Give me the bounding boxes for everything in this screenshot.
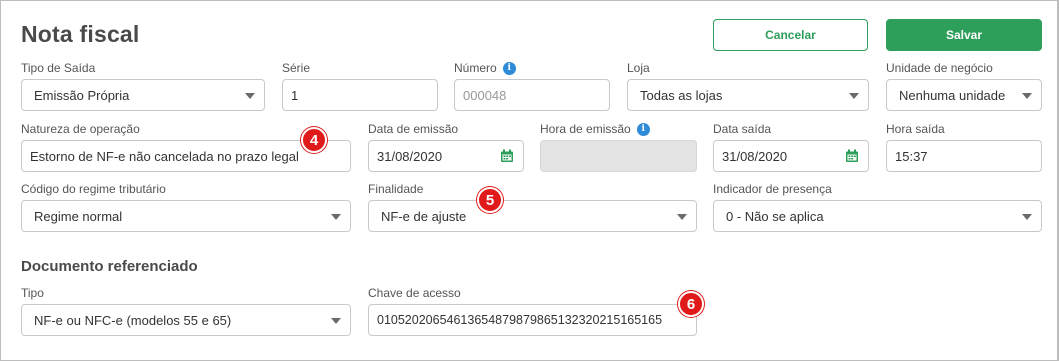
info-icon[interactable]: i: [502, 61, 516, 75]
finalidade-label: Finalidade: [368, 182, 424, 196]
annotation-badge-4: 4: [301, 127, 327, 153]
unidade-select[interactable]: Nenhuma unidade: [886, 79, 1042, 111]
calendar-icon[interactable]: [845, 149, 859, 163]
annotation-badge-6: 6: [678, 291, 704, 317]
numero-input[interactable]: 000048: [454, 79, 610, 111]
chevron-down-icon: [331, 214, 341, 220]
regime-label: Código do regime tributário: [21, 182, 166, 196]
presenca-label: Indicador de presença: [713, 182, 832, 196]
hora-saida-label: Hora saída: [886, 122, 945, 136]
chevron-down-icon: [1022, 214, 1032, 220]
loja-value: Todas as lojas: [640, 87, 723, 103]
chevron-down-icon: [849, 93, 859, 99]
tipo-value: NF-e ou NFC-e (modelos 55 e 65): [34, 312, 232, 328]
data-saida-value: 31/08/2020: [722, 148, 788, 164]
loja-select[interactable]: Todas as lojas: [627, 79, 869, 111]
chave-value: 0105202065461365487987986513232021516516…: [377, 313, 663, 327]
hora-emissao-input: [540, 140, 697, 172]
data-saida-label: Data saída: [713, 122, 772, 136]
presenca-value: 0 - Não se aplica: [726, 208, 824, 224]
natureza-label: Natureza de operação: [21, 122, 140, 136]
tipo-select[interactable]: NF-e ou NFC-e (modelos 55 e 65): [21, 304, 351, 336]
finalidade-select[interactable]: NF-e de ajuste: [368, 200, 697, 232]
finalidade-value: NF-e de ajuste: [381, 208, 467, 224]
serie-input[interactable]: 1: [282, 79, 438, 111]
regime-value: Regime normal: [34, 208, 123, 224]
chevron-down-icon: [245, 93, 255, 99]
natureza-value: Estorno de NF-e não cancelada no prazo l…: [30, 148, 299, 164]
annotation-badge-5: 5: [477, 187, 503, 213]
data-emissao-label: Data de emissão: [368, 122, 459, 136]
nota-fiscal-panel: Nota fiscal Cancelar Salvar Tipo de Saíd…: [0, 0, 1059, 361]
chevron-down-icon: [1022, 93, 1032, 99]
chevron-down-icon: [331, 318, 341, 324]
serie-value: 1: [291, 87, 299, 103]
hora-emissao-label: Hora de emissão i: [540, 122, 650, 136]
data-saida-input[interactable]: 31/08/2020: [713, 140, 869, 172]
serie-label: Série: [282, 61, 311, 75]
numero-label: Número i: [454, 61, 516, 75]
tipo-saida-label: Tipo de Saída: [21, 61, 96, 75]
cancel-button[interactable]: Cancelar: [713, 19, 868, 51]
data-emissao-input[interactable]: 31/08/2020: [368, 140, 524, 172]
chevron-down-icon: [677, 214, 687, 220]
tipo-label: Tipo: [21, 286, 44, 300]
regime-select[interactable]: Regime normal: [21, 200, 351, 232]
tipo-saida-value: Emissão Própria: [34, 87, 130, 103]
save-button[interactable]: Salvar: [886, 19, 1042, 51]
unidade-value: Nenhuma unidade: [899, 87, 1006, 103]
page-title: Nota fiscal: [21, 21, 140, 47]
info-icon[interactable]: i: [636, 122, 650, 136]
presenca-select[interactable]: 0 - Não se aplica: [713, 200, 1042, 232]
unidade-label: Unidade de negócio: [886, 61, 993, 75]
hora-saida-value: 15:37: [895, 148, 928, 164]
hora-emissao-label-text: Hora de emissão: [540, 122, 631, 136]
calendar-icon[interactable]: [500, 149, 514, 163]
section-title-documento-referenciado: Documento referenciado: [21, 258, 198, 275]
chave-input[interactable]: 0105202065461365487987986513232021516516…: [368, 304, 697, 336]
numero-placeholder: 000048: [463, 87, 507, 103]
data-emissao-value: 31/08/2020: [377, 148, 443, 164]
chave-label: Chave de acesso: [368, 286, 461, 300]
hora-saida-input[interactable]: 15:37: [886, 140, 1042, 172]
numero-label-text: Número: [454, 61, 497, 75]
loja-label: Loja: [627, 61, 650, 75]
tipo-saida-select[interactable]: Emissão Própria: [21, 79, 265, 111]
